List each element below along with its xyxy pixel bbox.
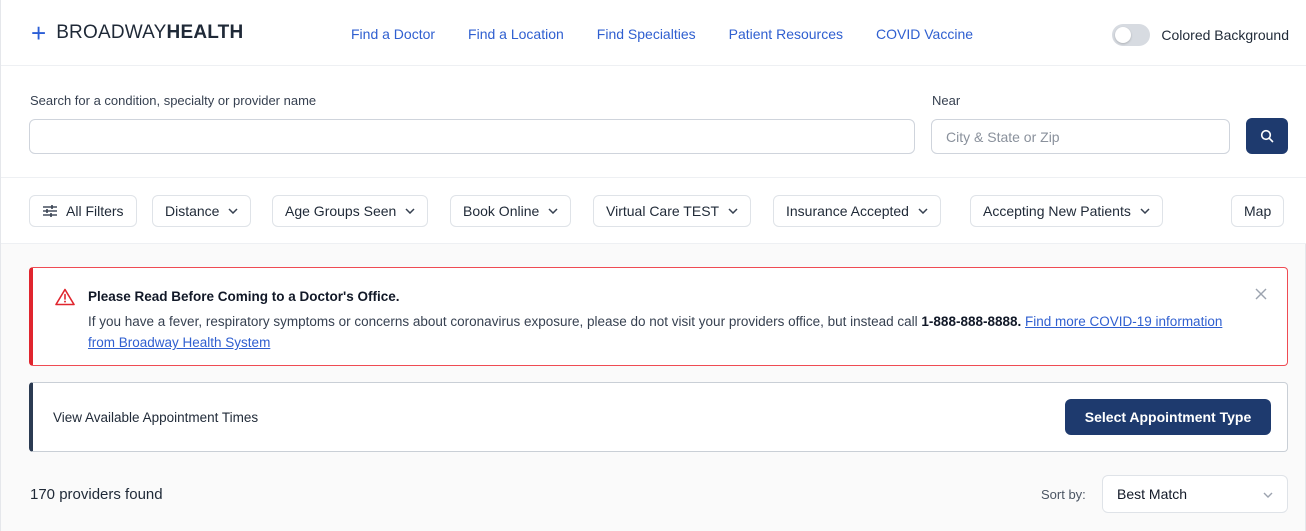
logo-text-bold: HEALTH: [166, 22, 244, 43]
results-count: 170 providers found: [30, 486, 163, 503]
nav-patient-resources[interactable]: Patient Resources: [729, 26, 843, 42]
chevron-down-icon: [1263, 485, 1273, 503]
book-online-label: Book Online: [463, 203, 540, 219]
age-groups-label: Age Groups Seen: [285, 203, 397, 219]
virtual-care-filter[interactable]: Virtual Care TEST: [593, 195, 752, 227]
nav-find-a-location[interactable]: Find a Location: [468, 26, 564, 42]
virtual-care-label: Virtual Care TEST: [606, 203, 720, 219]
colored-background-toggle-wrap: Colored Background: [1112, 24, 1289, 46]
book-online-filter[interactable]: Book Online: [450, 195, 572, 227]
chevron-down-icon: [548, 208, 558, 214]
appointment-text: View Available Appointment Times: [53, 410, 259, 425]
near-input[interactable]: [931, 119, 1230, 154]
search-icon: [1260, 129, 1274, 143]
sort-select[interactable]: Best Match: [1102, 475, 1288, 513]
age-groups-filter[interactable]: Age Groups Seen: [272, 195, 429, 227]
insurance-filter[interactable]: Insurance Accepted: [773, 195, 941, 227]
sort-label: Sort by:: [1041, 487, 1086, 502]
map-button[interactable]: Map: [1231, 195, 1285, 227]
distance-filter[interactable]: Distance: [152, 195, 252, 227]
page: + BROADWAYHEALTH Find a Doctor Find a Lo…: [0, 0, 1306, 531]
main-nav: Find a Doctor Find a Location Find Speci…: [351, 26, 1006, 42]
warning-icon: [55, 288, 75, 311]
search-area: Search for a condition, specialty or pro…: [1, 66, 1306, 178]
alert-title: Please Read Before Coming to a Doctor's …: [88, 289, 400, 304]
search-label: Search for a condition, specialty or pro…: [30, 93, 317, 108]
sliders-icon: [42, 204, 58, 218]
search-button[interactable]: [1246, 118, 1288, 154]
distance-label: Distance: [165, 203, 220, 219]
nav-find-a-doctor[interactable]: Find a Doctor: [351, 26, 435, 42]
select-appointment-type-button[interactable]: Select Appointment Type: [1065, 399, 1271, 435]
nav-covid-vaccine[interactable]: COVID Vaccine: [876, 26, 973, 42]
chevron-down-icon: [405, 208, 415, 214]
nav-find-specialties[interactable]: Find Specialties: [597, 26, 696, 42]
chevron-down-icon: [728, 208, 738, 214]
logo[interactable]: + BROADWAYHEALTH: [31, 18, 243, 48]
alert-phone: 1-888-888-8888.: [921, 314, 1022, 329]
chevron-down-icon: [1140, 208, 1150, 214]
logo-text-light: BROADWAY: [56, 22, 167, 43]
filter-bar: All Filters Distance Age Groups Seen Boo…: [1, 178, 1306, 244]
all-filters-label: All Filters: [66, 203, 124, 219]
chevron-down-icon: [228, 208, 238, 214]
logo-text: BROADWAYHEALTH: [56, 22, 243, 44]
plus-icon: +: [31, 18, 47, 48]
alert-body-text: If you have a fever, respiratory symptom…: [88, 314, 922, 329]
accepting-new-patients-label: Accepting New Patients: [983, 203, 1131, 219]
insurance-label: Insurance Accepted: [786, 203, 909, 219]
close-icon[interactable]: [1255, 287, 1267, 305]
toggle-knob: [1115, 27, 1132, 43]
alert-body: If you have a fever, respiratory symptom…: [88, 311, 1238, 353]
covid-alert: Please Read Before Coming to a Doctor's …: [29, 267, 1288, 366]
colored-background-toggle[interactable]: [1112, 24, 1151, 46]
chevron-down-icon: [918, 208, 928, 214]
map-label: Map: [1244, 203, 1272, 219]
all-filters-button[interactable]: All Filters: [29, 195, 137, 227]
accepting-new-patients-filter[interactable]: Accepting New Patients: [970, 195, 1163, 227]
site-header: + BROADWAYHEALTH Find a Doctor Find a Lo…: [1, 0, 1306, 66]
appointment-bar: View Available Appointment Times Select …: [29, 382, 1288, 452]
near-label: Near: [932, 93, 961, 108]
colored-background-label: Colored Background: [1161, 27, 1289, 43]
sort-value: Best Match: [1117, 486, 1188, 502]
search-input[interactable]: [29, 119, 915, 154]
